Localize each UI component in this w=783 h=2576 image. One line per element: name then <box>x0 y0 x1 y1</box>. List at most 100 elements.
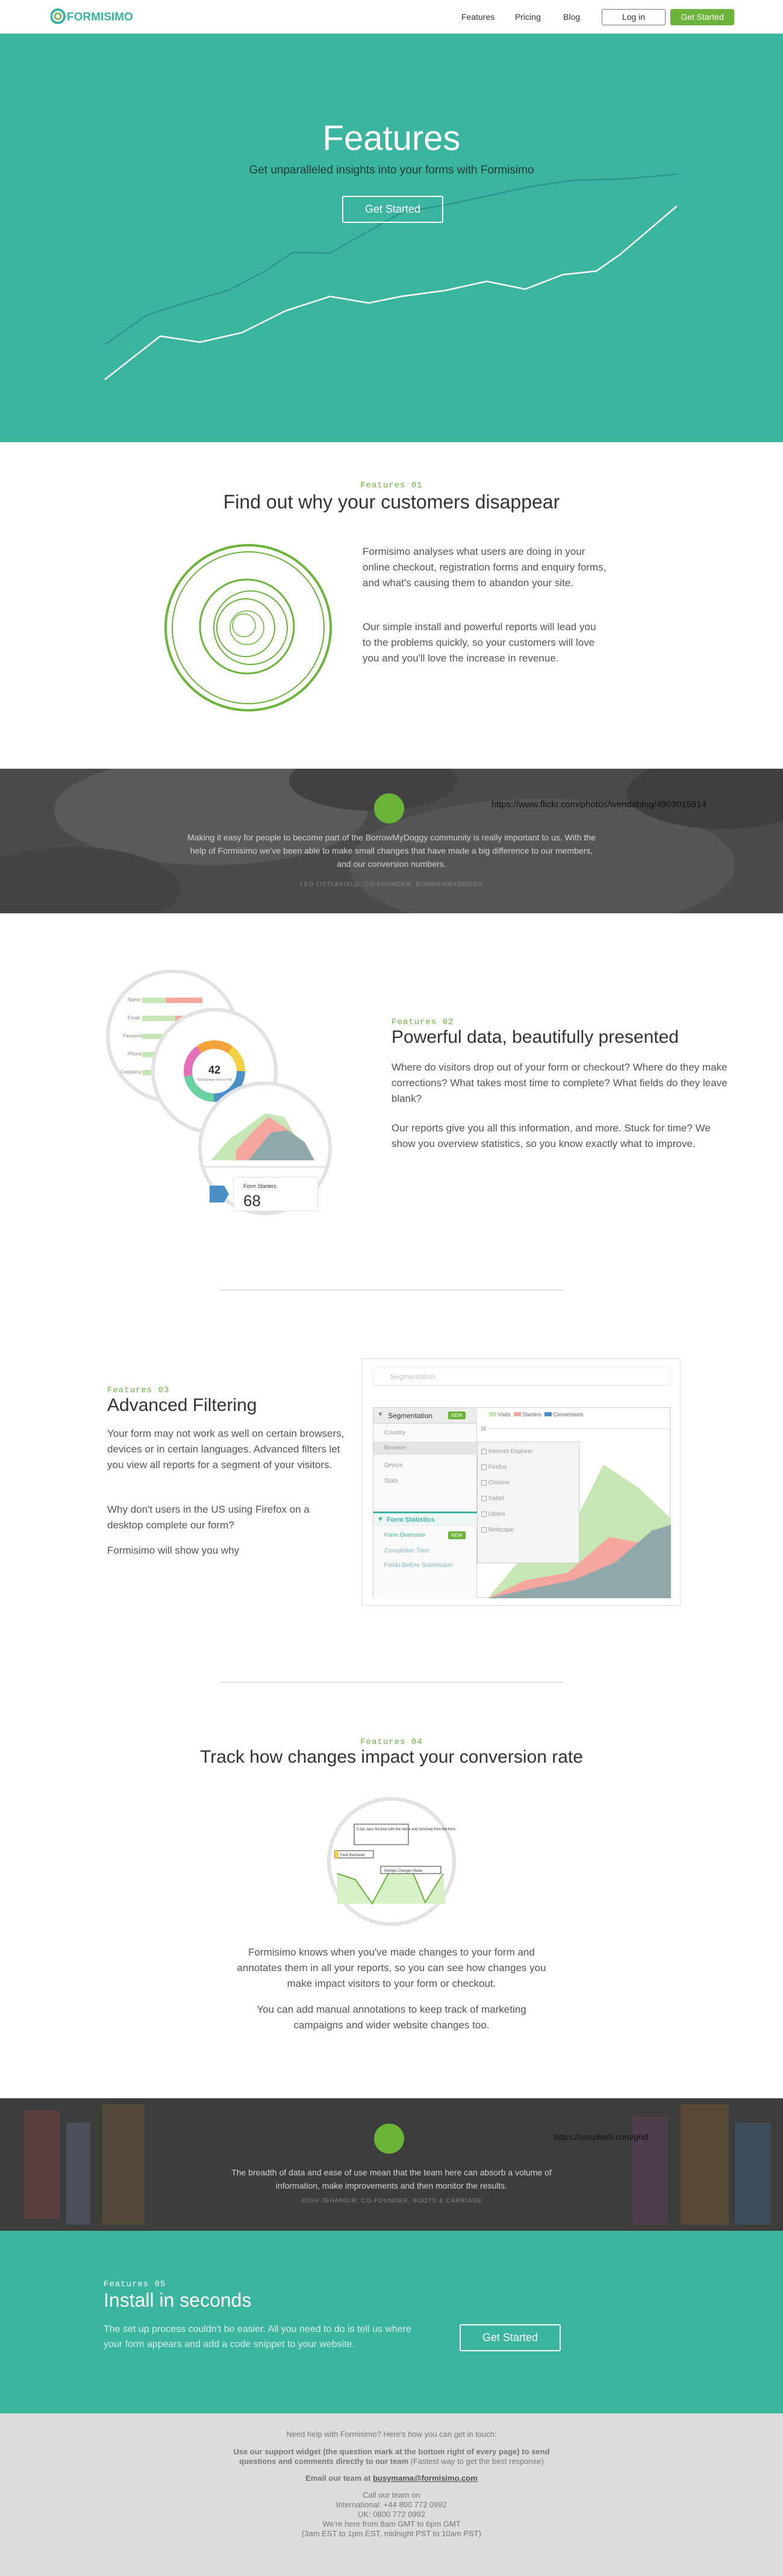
annotation-note-3: Multiple Changes Made <box>384 1869 423 1873</box>
feature2-eyebrow: Features 02 <box>392 1018 454 1027</box>
testimonial-band-2: https://unsplash.com/grid The breadth of… <box>0 2098 783 2231</box>
stats-item-form-overview[interactable]: Form Overview <box>384 1532 425 1539</box>
annotation-note-2: Field Removed <box>340 1854 364 1857</box>
filter-chart-area: Visits Starters Conversions 15 5 Interne… <box>477 1408 671 1598</box>
browser-option-opera[interactable]: Opera <box>481 1511 505 1518</box>
svg-text:Password: Password <box>123 1033 144 1039</box>
chevron-down-icon: ▼ <box>377 1411 384 1418</box>
feature4-paragraph-2: You can add manual annotations to keep t… <box>257 2004 526 2031</box>
feature1-paragraph-1: Formisimo analyses what users are doing … <box>363 546 607 589</box>
filter-item-device[interactable]: Device <box>384 1462 403 1469</box>
feature3-title: Advanced Filtering <box>107 1395 257 1415</box>
testimonial-2-avatar <box>374 2124 404 2154</box>
filter-item-stats[interactable]: Stats <box>384 1478 398 1484</box>
nav-blog-link[interactable]: Blog <box>563 0 580 34</box>
install-title: Install in seconds <box>104 2289 252 2311</box>
segmentation-label: Segmentation <box>388 1411 433 1420</box>
footer-call-label: Call our team on <box>363 2490 420 2499</box>
logo-wordmark: FORMISIMO <box>67 11 133 23</box>
form-starters-value: 68 <box>243 1192 261 1210</box>
feature2-title: Powerful data, beautifully presented <box>392 1027 679 1047</box>
new-badge: NEW <box>448 1531 466 1539</box>
new-badge: NEW <box>448 1411 466 1419</box>
donut-value: 42 <box>208 1064 220 1076</box>
form-statistics-header[interactable]: ▼ Form Statistics <box>373 1512 477 1526</box>
section-divider <box>219 1682 564 1683</box>
footer-support-line: Use our support widget (the question mar… <box>233 2447 550 2456</box>
photo-credit-url-2[interactable]: https://unsplash.com/grid <box>554 2132 648 2142</box>
svg-text:Company: Company <box>120 1069 141 1075</box>
hero-section: Features Get unparalleled insights into … <box>0 34 783 442</box>
testimonial-band-1: https://www.flickr.com/photos/wendablog/… <box>0 769 783 913</box>
filtering-panel-screenshot: Segmentation ▼ Segmentation NEW Country … <box>361 1358 681 1605</box>
testimonial-1-avatar <box>374 793 404 824</box>
chart-legend: Visits Starters Conversions <box>489 1411 583 1418</box>
footer-phone-international: International: +44 800 772 0992 <box>336 2500 447 2509</box>
annotation-illustration: 5 Apr Jaco finished with the name and re… <box>327 1797 457 1926</box>
svg-text:Phone: Phone <box>128 1051 142 1057</box>
testimonial-2-attribution: JOSH JEHANGIR, CO-FOUNDER, BOOTS & CARRI… <box>301 2198 482 2204</box>
install-text: The set up process couldn't be easier. A… <box>104 2324 411 2349</box>
browser-option-ie[interactable]: Internet Explorer <box>481 1448 533 1455</box>
filter-sidebar: ▼ Segmentation NEW Country Browser Devic… <box>373 1408 477 1598</box>
footer-email-line: Email our team at busymama@formisimo.com <box>305 2474 478 2483</box>
top-navigation-bar: FORMISIMO Features Pricing Blog Log in G… <box>0 0 783 34</box>
segmentation-header[interactable]: ▼ Segmentation NEW <box>373 1408 477 1424</box>
photo-credit-url-1[interactable]: https://www.flickr.com/photos/wendablog/… <box>491 799 707 810</box>
hero-subtitle: Get unparalleled insights into your form… <box>249 164 534 177</box>
filter-item-country[interactable]: Country <box>384 1430 405 1436</box>
ghost-header: Segmentation <box>373 1368 670 1386</box>
filter-window: ▼ Segmentation NEW Country Browser Devic… <box>373 1407 671 1598</box>
page-title: Features <box>322 119 461 158</box>
svg-text:Name: Name <box>128 997 141 1002</box>
browser-option-netscape[interactable]: Netscape <box>481 1527 514 1533</box>
nav-features-link[interactable]: Features <box>461 0 494 34</box>
browser-option-safari[interactable]: Safari <box>481 1495 504 1502</box>
stats-item-completion-time[interactable]: Completion Time <box>384 1548 429 1554</box>
hero-get-started-button[interactable]: Get Started <box>342 196 443 223</box>
feature1-title: Find out why your customers disappear <box>223 491 560 513</box>
footer-support-line-2: questions and comments directly to our t… <box>239 2457 544 2466</box>
support-email-link[interactable]: busymama@formisimo.com <box>373 2474 478 2483</box>
feature3-paragraph-2: Why don't users in the US using Firefox … <box>107 1504 310 1531</box>
footer-phone-uk: UK: 0800 772 0992 <box>357 2510 426 2519</box>
filter-item-browser-row[interactable]: Browser <box>373 1442 477 1455</box>
footer-help-line: Need help with Formisimo? Here's how you… <box>286 2430 497 2439</box>
feature3-eyebrow: Features 03 <box>107 1386 170 1395</box>
feature4-paragraph-1: Formisimo knows when you've made changes… <box>237 1946 546 1989</box>
install-eyebrow: Features 05 <box>104 2280 166 2289</box>
concentric-circles-illustration <box>164 544 332 711</box>
browser-dropdown[interactable]: Internet Explorer Firefox Chrome Safari … <box>477 1442 579 1563</box>
footer: Need help with Formisimo? Here's how you… <box>0 2413 783 2576</box>
feature4-title: Track how changes impact your conversion… <box>200 1747 583 1767</box>
filter-item-browser: Browser <box>384 1445 407 1451</box>
nav-pricing-link[interactable]: Pricing <box>515 0 541 34</box>
annotation-note-1: 5 Apr Jaco finished with the name and re… <box>357 1828 457 1831</box>
testimonial-1-text: Making it easy for people to become part… <box>187 833 596 869</box>
chevron-down-icon: ▼ <box>377 1516 384 1523</box>
feature2-paragraph-1: Where do visitors drop out of your form … <box>392 1061 728 1104</box>
header-get-started-button[interactable]: Get Started <box>670 9 734 25</box>
hero-background-chart <box>104 174 678 380</box>
feature2-paragraph-2: Our reports give you all this informatio… <box>392 1122 711 1149</box>
browser-option-firefox[interactable]: Firefox <box>481 1464 507 1471</box>
form-statistics-label: Form Statistics <box>387 1516 435 1524</box>
footer-hours-gmt: We're here from 8am GMT to 6pm GMT <box>322 2519 461 2528</box>
footer-hours-us: (3am EST to 1pm EST, midnight PST to 10a… <box>302 2529 481 2538</box>
testimonial-2-photo-background <box>0 2098 783 2231</box>
install-get-started-button[interactable]: Get Started <box>460 2324 561 2351</box>
feature3-paragraph-3: Formisimo will show you why <box>107 1545 240 1556</box>
stats-item-fields-before-submission[interactable]: Fields Before Submission <box>384 1562 452 1569</box>
browser-option-chrome[interactable]: Chrome <box>481 1480 510 1486</box>
login-button[interactable]: Log in <box>602 9 666 25</box>
testimonial-1-attribution: LEO LITTLEFIELD, CO-FOUNDER, BORROWMYDOG… <box>300 881 483 888</box>
testimonial-2-text: The breadth of data and ease of use mean… <box>231 2168 552 2190</box>
form-starters-label: Form Starters <box>243 1183 277 1189</box>
feature4-eyebrow: Features 04 <box>360 1737 423 1747</box>
feature1-eyebrow: Features 01 <box>360 481 423 490</box>
donut-caption: Total Number of Form Fills <box>197 1078 232 1082</box>
feature1-paragraph-2: Our simple install and powerful reports … <box>363 621 596 664</box>
formisimo-logo[interactable]: FORMISIMO <box>51 7 149 25</box>
data-reports-illustration: Name Email Password Phone Company 42 Tot… <box>106 970 332 1215</box>
install-section: Features 05 Install in seconds The set u… <box>0 2231 783 2413</box>
